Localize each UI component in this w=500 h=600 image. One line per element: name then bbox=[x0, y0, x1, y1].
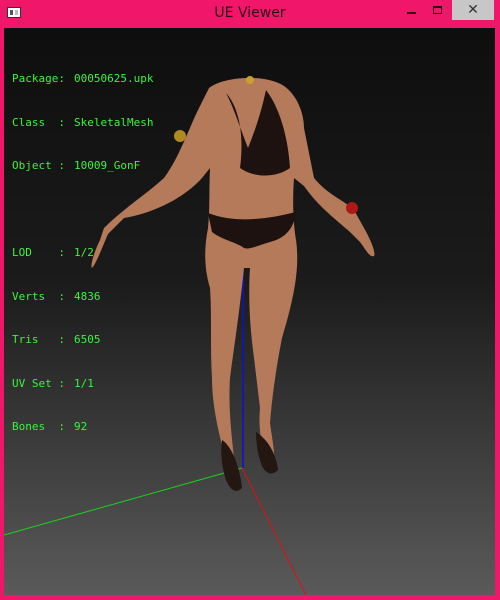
info-value: 4836 bbox=[74, 289, 101, 303]
info-row-bones: Bones : 92 bbox=[12, 420, 153, 435]
title-bar[interactable]: UE Viewer ✕ bbox=[0, 0, 500, 28]
info-label: Object : bbox=[12, 159, 65, 172]
info-row-class: Class : SkeletalMesh bbox=[12, 116, 153, 131]
info-row-verts: Verts : 4836 bbox=[12, 290, 153, 305]
info-row-lod: LOD : 1/2 bbox=[12, 246, 153, 261]
info-label: Package: bbox=[12, 72, 65, 85]
info-label: Tris : bbox=[12, 333, 65, 346]
app-window: UE Viewer ✕ Package: 00050625.upk Class … bbox=[0, 0, 500, 600]
axis-y-line bbox=[4, 467, 243, 536]
info-value: 92 bbox=[74, 420, 88, 433]
info-label: Verts : bbox=[12, 289, 65, 303]
model-info-panel: Package: 00050625.upk Class : SkeletalMesh… bbox=[12, 43, 153, 464]
info-value: 1/1 bbox=[74, 376, 94, 390]
info-row-object: Object : 10009_GonF bbox=[12, 159, 153, 174]
close-icon: ✕ bbox=[467, 2, 479, 18]
info-value: 00050625.upk bbox=[74, 72, 154, 85]
minimize-icon bbox=[406, 12, 416, 14]
info-value: SkeletalMesh bbox=[74, 115, 154, 129]
info-value: 1/2 bbox=[74, 246, 94, 259]
maximize-button[interactable] bbox=[426, 0, 448, 20]
close-button[interactable]: ✕ bbox=[452, 0, 494, 20]
info-row-tris: Tris : 6505 bbox=[12, 333, 153, 348]
info-value: 6505 bbox=[74, 333, 101, 346]
info-row-package: Package: 00050625.upk bbox=[12, 72, 153, 87]
maximize-icon bbox=[432, 6, 442, 14]
info-label: Bones : bbox=[12, 420, 65, 433]
info-label: UV Set : bbox=[12, 376, 65, 390]
info-row-uvset: UV Set : 1/1 bbox=[12, 377, 153, 392]
info-label: Class : bbox=[12, 115, 65, 129]
axis-x-line bbox=[241, 467, 307, 595]
info-value: 10009_GonF bbox=[74, 159, 141, 172]
window-title: UE Viewer bbox=[214, 5, 286, 21]
info-label: LOD : bbox=[12, 246, 65, 259]
minimize-button[interactable] bbox=[400, 0, 422, 20]
3d-viewport[interactable]: Package: 00050625.upk Class : SkeletalMesh… bbox=[4, 28, 495, 595]
